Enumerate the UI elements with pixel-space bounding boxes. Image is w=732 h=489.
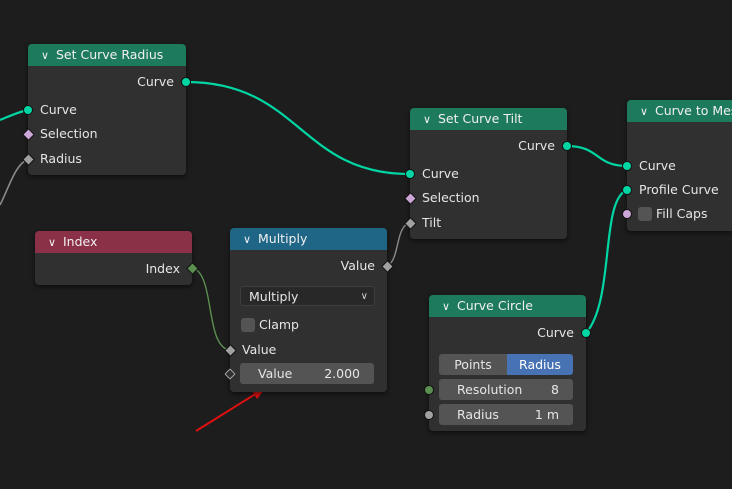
- node-header[interactable]: ∨ Set Curve Tilt: [410, 108, 567, 130]
- node-header[interactable]: ∨ Curve to Mesh: [627, 100, 732, 122]
- mode-points-button[interactable]: Points: [439, 354, 507, 375]
- node-title: Multiply: [258, 231, 308, 246]
- link-incoming-radius: [0, 158, 29, 206]
- link-circle-to-profile: [585, 188, 628, 334]
- fill-caps-label: Fill Caps: [656, 206, 708, 221]
- socket-input-curve[interactable]: [622, 161, 632, 171]
- input-tilt-label: Tilt: [422, 215, 442, 230]
- node-set-curve-radius[interactable]: ∨ Set Curve Radius Curve Curve Selection …: [28, 44, 186, 175]
- socket-input-profile-curve[interactable]: [622, 185, 632, 195]
- chevron-down-icon[interactable]: ∨: [45, 232, 59, 253]
- socket-input-radius[interactable]: [424, 410, 434, 420]
- operation-dropdown[interactable]: Multiply ∨: [240, 286, 375, 306]
- node-header[interactable]: ∨ Curve Circle: [429, 295, 586, 317]
- radius-field[interactable]: Radius 1 m: [439, 404, 573, 425]
- input-curve-label: Curve: [639, 158, 676, 173]
- resolution-value: 8: [551, 382, 559, 397]
- input-profile-curve-label: Profile Curve: [639, 182, 719, 197]
- link-tilt-to-mesh: [566, 144, 628, 168]
- node-curve-circle[interactable]: ∨ Curve Circle Curve Points Radius Resolu…: [429, 295, 586, 431]
- output-curve-label: Curve: [518, 138, 555, 153]
- fill-caps-checkbox[interactable]: [638, 207, 652, 221]
- resolution-field[interactable]: Resolution 8: [439, 379, 573, 400]
- node-set-curve-tilt[interactable]: ∨ Set Curve Tilt Curve Curve Selection Ti…: [410, 108, 567, 239]
- chevron-down-icon[interactable]: ∨: [439, 296, 453, 317]
- input-curve-label: Curve: [40, 102, 77, 117]
- socket-input-curve[interactable]: [23, 105, 33, 115]
- input-selection-label: Selection: [422, 190, 480, 205]
- link-index-to-multiply: [192, 267, 230, 351]
- clamp-label: Clamp: [259, 317, 299, 332]
- input-selection-label: Selection: [40, 126, 98, 141]
- node-index[interactable]: ∨ Index Index: [35, 231, 192, 285]
- chevron-down-icon[interactable]: ∨: [38, 45, 52, 66]
- node-title: Curve Circle: [457, 298, 533, 313]
- node-multiply[interactable]: ∨ Multiply Value Multiply ∨ Clamp Value V…: [230, 228, 387, 392]
- socket-input-curve[interactable]: [405, 169, 415, 179]
- socket-input-fill-caps[interactable]: [622, 209, 632, 219]
- node-title: Curve to Mesh: [655, 103, 732, 118]
- annotation-arrow: [195, 392, 258, 432]
- input-curve-label: Curve: [422, 166, 459, 181]
- output-curve-label: Curve: [137, 74, 174, 89]
- node-header[interactable]: ∨ Index: [35, 231, 192, 253]
- node-title: Index: [63, 234, 98, 249]
- link-multiply-to-tilt: [386, 222, 410, 267]
- clamp-checkbox[interactable]: [241, 318, 255, 332]
- input-value-label: Value: [242, 342, 277, 357]
- resolution-label: Resolution: [457, 382, 523, 397]
- node-header[interactable]: ∨ Multiply: [230, 228, 387, 250]
- node-header[interactable]: ∨ Set Curve Radius: [28, 44, 186, 66]
- radius-label: Radius: [457, 407, 499, 422]
- output-value-label: Value: [340, 258, 375, 273]
- node-title: Set Curve Radius: [56, 47, 164, 62]
- chevron-down-icon[interactable]: ∨: [420, 109, 434, 130]
- radius-value: 1 m: [534, 407, 559, 422]
- value-field[interactable]: Value 2.000: [240, 363, 374, 384]
- value-field-value: 2.000: [324, 366, 360, 381]
- value-field-label: Value: [258, 366, 293, 381]
- input-radius-label: Radius: [40, 151, 82, 166]
- operation-value: Multiply: [249, 289, 299, 304]
- socket-input-resolution[interactable]: [424, 385, 434, 395]
- chevron-down-icon: ∨: [360, 291, 368, 302]
- socket-output-curve[interactable]: [562, 141, 572, 151]
- node-curve-to-mesh[interactable]: ∨ Curve to Mesh Curve Profile Curve Fill …: [627, 100, 732, 231]
- link-radius-to-tilt: [185, 80, 410, 176]
- socket-output-curve[interactable]: [181, 77, 191, 87]
- socket-output-curve[interactable]: [581, 328, 591, 338]
- output-index-label: Index: [145, 261, 180, 276]
- output-curve-label: Curve: [537, 325, 574, 340]
- node-title: Set Curve Tilt: [438, 111, 523, 126]
- mode-radius-button[interactable]: Radius: [507, 354, 573, 375]
- chevron-down-icon[interactable]: ∨: [240, 229, 254, 250]
- chevron-down-icon[interactable]: ∨: [637, 101, 651, 122]
